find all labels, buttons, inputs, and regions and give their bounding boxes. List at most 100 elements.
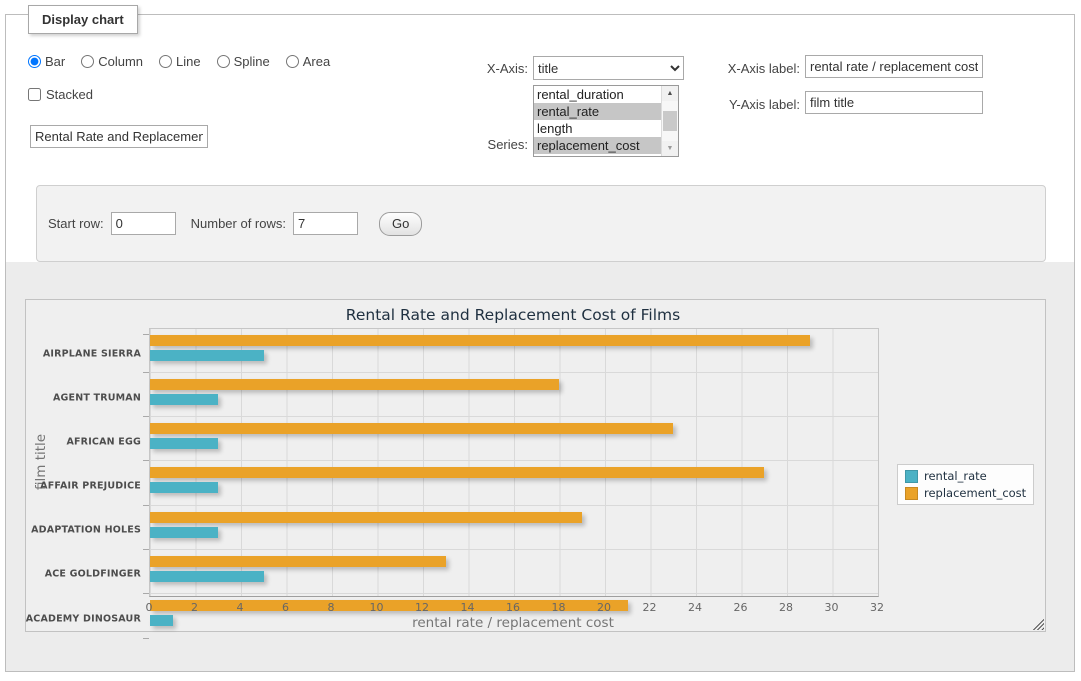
x-tick-label: 2 — [191, 601, 198, 614]
chart-type-label: Spline — [234, 54, 270, 69]
x-axis-label-input[interactable] — [805, 55, 983, 78]
chart-type-option-area[interactable]: Area — [286, 54, 330, 69]
x-axis-title: rental rate / replacement cost — [149, 615, 877, 631]
x-tick-label: 24 — [688, 601, 702, 614]
chart-type-option-spline[interactable]: Spline — [217, 54, 270, 69]
series-options: rental_durationrental_ratelengthreplacem… — [534, 86, 661, 156]
chart-row: AGENT TRUMAN — [150, 379, 878, 417]
start-row-input[interactable] — [111, 212, 176, 235]
bar-replacement_cost — [150, 512, 582, 523]
bar-rental_rate — [150, 438, 218, 449]
bar-rental_rate — [150, 394, 218, 405]
legend-item-replacement_cost: replacement_cost — [905, 486, 1026, 500]
x-tick-label: 26 — [734, 601, 748, 614]
chart-row: ACE GOLDFINGER — [150, 556, 878, 594]
legend-label: rental_rate — [924, 469, 987, 483]
x-axis-label-caption: X-Axis label: — [705, 61, 800, 76]
x-tick-label: 18 — [552, 601, 566, 614]
y-axis-label-input[interactable] — [805, 91, 983, 114]
scrollbar-track[interactable] — [662, 101, 678, 141]
x-tick-label: 8 — [328, 601, 335, 614]
plot-area: AIRPLANE SIERRA AGENT TRUMAN AFRICAN EGG AF… — [149, 328, 879, 597]
series-option-length[interactable]: length — [534, 120, 661, 137]
series-caption: Series: — [420, 137, 528, 152]
scroll-down-icon[interactable]: ▼ — [662, 141, 678, 156]
legend-item-rental_rate: rental_rate — [905, 469, 1026, 483]
y-axis-title: film title — [28, 328, 54, 595]
page: Display chart Bar Column Line Spline Area St… — [0, 0, 1081, 681]
x-tick-label: 4 — [237, 601, 244, 614]
chart-title: Rental Rate and Replacement Cost of Film… — [149, 306, 877, 324]
chart-type-radio-spline[interactable] — [217, 55, 230, 68]
x-axis-select[interactable]: title — [533, 56, 684, 80]
scrollbar-thumb[interactable] — [663, 111, 677, 131]
x-tick-label: 6 — [282, 601, 289, 614]
stacked-row[interactable]: Stacked — [28, 87, 93, 102]
chart-type-option-column[interactable]: Column — [81, 54, 143, 69]
series-listbox[interactable]: rental_durationrental_ratelengthreplacem… — [533, 85, 679, 157]
x-axis-caption: X-Axis: — [420, 61, 528, 76]
legend-label: replacement_cost — [924, 486, 1026, 500]
chart-type-label: Area — [303, 54, 330, 69]
bar-rental_rate — [150, 571, 264, 582]
bar-rental_rate — [150, 527, 218, 538]
x-tick-label: 22 — [643, 601, 657, 614]
go-button[interactable]: Go — [379, 212, 422, 236]
x-tick-label: 28 — [779, 601, 793, 614]
category-label: AFFAIR PREJUDICE — [40, 480, 141, 491]
pager-panel: Start row: Number of rows: Go — [36, 185, 1046, 262]
series-option-replacement_cost[interactable]: replacement_cost — [534, 137, 661, 154]
chart-row: ADAPTATION HOLES — [150, 512, 878, 550]
x-axis-ticks: 02468101214161820222426283032 — [149, 601, 877, 615]
legend-swatch — [905, 470, 918, 483]
chart-type-radio-area[interactable] — [286, 55, 299, 68]
chart-type-option-bar[interactable]: Bar — [28, 54, 65, 69]
stacked-label: Stacked — [46, 87, 93, 102]
x-tick-label: 20 — [597, 601, 611, 614]
chart-legend: rental_rate replacement_cost — [897, 464, 1034, 505]
pager-row: Start row: Number of rows: Go — [37, 186, 1045, 261]
chart-row: AFRICAN EGG — [150, 423, 878, 461]
listbox-scrollbar[interactable]: ▲ ▼ — [661, 86, 678, 156]
scroll-up-icon[interactable]: ▲ — [662, 86, 678, 101]
fieldset-legend: Display chart — [28, 5, 138, 34]
x-tick-label: 16 — [506, 601, 520, 614]
category-label: ACADEMY DINOSAUR — [26, 613, 141, 624]
series-option-rental_rate[interactable]: rental_rate — [534, 103, 661, 120]
chart-type-label: Line — [176, 54, 201, 69]
category-label: ACE GOLDFINGER — [45, 569, 141, 580]
x-tick-label: 10 — [370, 601, 384, 614]
bar-rental_rate — [150, 350, 264, 361]
bar-replacement_cost — [150, 423, 673, 434]
x-tick-label: 32 — [870, 601, 884, 614]
chart-type-label: Bar — [45, 54, 65, 69]
bar-rental_rate — [150, 482, 218, 493]
category-label: AFRICAN EGG — [66, 436, 141, 447]
category-label: ADAPTATION HOLES — [31, 525, 141, 536]
chart-type-option-line[interactable]: Line — [159, 54, 201, 69]
chart-type-label: Column — [98, 54, 143, 69]
x-tick-label: 0 — [146, 601, 153, 614]
x-tick-label: 30 — [825, 601, 839, 614]
resize-handle-icon[interactable] — [1032, 618, 1044, 630]
chart-type-radio-column[interactable] — [81, 55, 94, 68]
chart-row: AIRPLANE SIERRA — [150, 335, 878, 373]
bar-replacement_cost — [150, 379, 559, 390]
num-rows-label: Number of rows: — [191, 216, 286, 231]
bar-replacement_cost — [150, 467, 764, 478]
num-rows-input[interactable] — [293, 212, 358, 235]
legend-swatch — [905, 487, 918, 500]
category-label: AIRPLANE SIERRA — [43, 348, 141, 359]
bar-replacement_cost — [150, 556, 446, 567]
y-axis-label-caption: Y-Axis label: — [705, 97, 800, 112]
chart-row: AFFAIR PREJUDICE — [150, 467, 878, 505]
series-option-rental_duration[interactable]: rental_duration — [534, 86, 661, 103]
chart-title-input[interactable] — [30, 125, 208, 148]
chart-type-radio-bar[interactable] — [28, 55, 41, 68]
chart-type-group: Bar Column Line Spline Area — [28, 54, 330, 69]
category-label: AGENT TRUMAN — [53, 392, 141, 403]
chart-type-radio-line[interactable] — [159, 55, 172, 68]
x-tick-label: 14 — [461, 601, 475, 614]
chart-container: Rental Rate and Replacement Cost of Film… — [25, 299, 1046, 632]
stacked-checkbox[interactable] — [28, 88, 41, 101]
